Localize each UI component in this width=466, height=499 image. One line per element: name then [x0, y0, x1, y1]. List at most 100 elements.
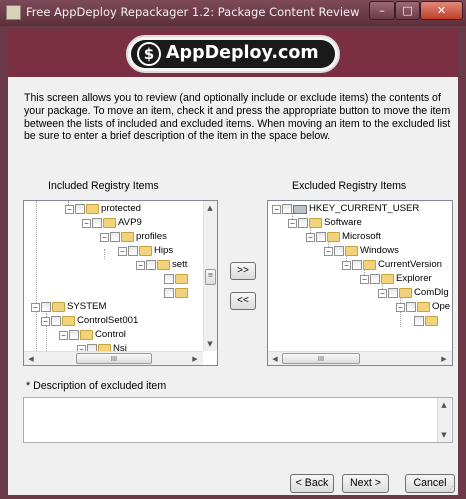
tree-node-checkbox[interactable] — [164, 288, 174, 298]
folder-icon — [327, 232, 340, 242]
tree-node-checkbox[interactable] — [75, 204, 85, 214]
folder-icon — [80, 330, 93, 340]
next-button[interactable]: Next > — [342, 474, 389, 493]
tree-node-label: Windows — [360, 245, 399, 256]
tree-node-label: ControlSet001 — [77, 315, 139, 326]
tree-node-checkbox[interactable] — [352, 260, 362, 270]
collapse-icon[interactable]: − — [136, 260, 145, 270]
included-registry-tree[interactable]: − protected − AVP9 − profiles − Hips − sett −… — [23, 200, 218, 366]
folder-icon — [399, 288, 412, 298]
tree-node[interactable]: − ComDlg — [378, 286, 449, 300]
tree-node[interactable] — [414, 314, 440, 328]
tree-node-label: protected — [101, 203, 142, 214]
tree-node-checkbox[interactable] — [146, 260, 156, 270]
folder-icon — [175, 274, 188, 284]
collapse-icon[interactable]: − — [41, 316, 50, 326]
tree-node[interactable]: − Software — [288, 216, 362, 230]
folder-icon — [425, 316, 438, 326]
scroll-left-icon[interactable]: ◀ — [269, 353, 281, 365]
description-scrollbar[interactable]: ▲ ▼ — [437, 398, 451, 442]
tree-node[interactable]: − sett — [136, 258, 187, 272]
horizontal-scroll-thumb[interactable]: III — [282, 353, 360, 364]
tree-node-checkbox[interactable] — [69, 330, 79, 340]
tree-node-checkbox[interactable] — [41, 302, 51, 312]
tree-node-checkbox[interactable] — [92, 218, 102, 228]
scroll-up-icon[interactable]: ▲ — [438, 399, 450, 411]
collapse-icon[interactable]: − — [324, 246, 333, 256]
move-to-excluded-button[interactable]: >> — [230, 262, 256, 280]
horizontal-scrollbar[interactable]: ◀ III ▶ — [24, 351, 203, 365]
collapse-icon[interactable]: − — [396, 302, 405, 312]
tree-node[interactable]: − Microsoft — [306, 230, 381, 244]
tree-node[interactable]: − Ope — [396, 300, 450, 314]
tree-node[interactable]: − ControlSet001 — [41, 314, 138, 328]
tree-node[interactable]: − AVP9 — [82, 216, 142, 230]
tree-node-checkbox[interactable] — [51, 316, 61, 326]
vertical-scroll-thumb[interactable]: ≡ — [205, 269, 216, 285]
tree-node[interactable]: − SYSTEM — [31, 300, 106, 314]
tree-node[interactable]: − profiles — [100, 230, 167, 244]
collapse-icon[interactable]: − — [272, 204, 281, 214]
folder-icon — [157, 260, 170, 270]
scroll-down-icon[interactable]: ▼ — [438, 429, 450, 441]
app-window: Free AppDeploy Repackager 1.2: Package C… — [0, 0, 466, 499]
tree-node-checkbox[interactable] — [334, 246, 344, 256]
tree-node-checkbox[interactable] — [164, 274, 174, 284]
tree-node[interactable]: − Hips — [118, 244, 173, 258]
close-button[interactable]: ✕ — [420, 1, 463, 20]
tree-node-label: Explorer — [396, 273, 432, 284]
tree-node[interactable] — [164, 272, 190, 286]
collapse-icon[interactable]: − — [342, 260, 351, 270]
horizontal-scroll-thumb[interactable]: III — [76, 353, 152, 364]
tree-node[interactable]: − protected — [65, 202, 141, 216]
folder-icon — [121, 232, 134, 242]
folder-icon — [62, 316, 75, 326]
tree-node[interactable]: − CurrentVersion — [342, 258, 442, 272]
tree-node-label: sett — [172, 259, 188, 270]
collapse-icon[interactable]: − — [118, 246, 127, 256]
tree-node[interactable]: − Windows — [324, 244, 399, 258]
resize-grip-icon[interactable]: ⋰ — [447, 485, 456, 494]
collapse-icon[interactable]: − — [378, 288, 387, 298]
tree-node-checkbox[interactable] — [282, 204, 292, 214]
tree-node[interactable]: − Explorer — [360, 272, 432, 286]
scroll-down-icon[interactable]: ▼ — [204, 338, 216, 350]
collapse-icon[interactable]: − — [360, 274, 369, 284]
scroll-left-icon[interactable]: ◀ — [25, 353, 37, 365]
tree-node[interactable] — [164, 286, 190, 300]
collapse-icon[interactable]: − — [82, 218, 91, 228]
back-button[interactable]: < Back — [290, 474, 334, 493]
collapse-icon[interactable]: − — [288, 218, 297, 228]
excluded-registry-tree[interactable]: − HKEY_CURRENT_USER − Software − Microsoft … — [267, 200, 453, 366]
vertical-scrollbar[interactable]: ▲ ≡ ▼ — [203, 201, 217, 351]
tree-node-checkbox[interactable] — [370, 274, 380, 284]
folder-icon — [309, 218, 322, 228]
collapse-icon[interactable]: − — [59, 330, 68, 340]
tree-node-label: CurrentVersion — [378, 259, 442, 270]
maximize-button[interactable]: □ — [395, 1, 420, 20]
minimize-button[interactable]: – — [369, 1, 395, 20]
description-textarea[interactable] — [23, 397, 453, 443]
logo-mark-icon: $ — [137, 42, 161, 66]
scroll-right-icon[interactable]: ▶ — [438, 353, 450, 365]
tree-node-checkbox[interactable] — [316, 232, 326, 242]
scroll-up-icon[interactable]: ▲ — [204, 202, 216, 214]
tree-node-checkbox[interactable] — [388, 288, 398, 298]
tree-node-checkbox[interactable] — [414, 316, 424, 326]
collapse-icon[interactable]: − — [306, 232, 315, 242]
tree-node-checkbox[interactable] — [406, 302, 416, 312]
collapse-icon[interactable]: − — [100, 232, 109, 242]
horizontal-scrollbar[interactable]: ◀ III ▶ — [268, 351, 452, 365]
tree-node-checkbox[interactable] — [110, 232, 120, 242]
scroll-right-icon[interactable]: ▶ — [189, 353, 201, 365]
folder-icon — [103, 218, 116, 228]
tree-node-label: Hips — [154, 245, 174, 256]
title-bar[interactable]: Free AppDeploy Repackager 1.2: Package C… — [0, 0, 466, 26]
collapse-icon[interactable]: − — [31, 302, 40, 312]
tree-node[interactable]: − HKEY_CURRENT_USER — [272, 202, 419, 216]
move-to-included-button[interactable]: << — [230, 292, 256, 310]
tree-node[interactable]: − Control — [59, 328, 126, 342]
collapse-icon[interactable]: − — [65, 204, 74, 214]
tree-node-checkbox[interactable] — [298, 218, 308, 228]
tree-node-checkbox[interactable] — [128, 246, 138, 256]
